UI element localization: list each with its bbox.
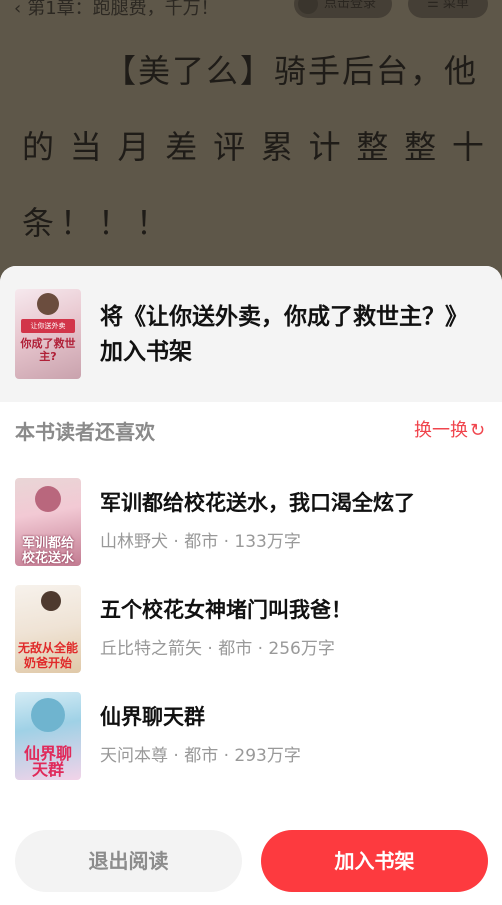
- menu-button[interactable]: ☰ 菜单: [408, 0, 488, 18]
- refresh-button[interactable]: 换一换 ↻: [414, 416, 485, 442]
- add-to-shelf-sheet: 让你送外卖 你成了救世主? 将《让你送外卖，你成了救世主？》加入书架 本书读者还…: [0, 266, 502, 905]
- book-cover: 仙界聊天群: [15, 692, 81, 780]
- sheet-header: 让你送外卖 你成了救世主? 将《让你送外卖，你成了救世主？》加入书架: [0, 266, 502, 402]
- cover-title: 无敌从全能奶爸开始: [17, 641, 78, 670]
- reader-char: 的: [22, 128, 55, 166]
- book-list-item[interactable]: 仙界聊天群 仙界聊天群 天问本尊 · 都市 · 293万字: [0, 692, 502, 782]
- current-book-cover: 让你送外卖 你成了救世主?: [15, 289, 81, 379]
- book-meta: 丘比特之箭矢 · 都市 · 256万字: [100, 639, 335, 659]
- reader-text-line: 条！！！: [22, 204, 175, 242]
- cover-title: 军训都给校花送水: [21, 536, 74, 566]
- section-title: 本书读者还喜欢: [15, 420, 155, 444]
- reader-char: 计: [308, 128, 341, 166]
- book-title: 仙界聊天群: [100, 705, 205, 729]
- book-meta: 山林野犬 · 都市 · 133万字: [100, 532, 301, 552]
- book-meta: 天问本尊 · 都市 · 293万字: [100, 746, 301, 766]
- add-to-shelf-button[interactable]: 加入书架: [261, 830, 488, 892]
- cover-figure: [37, 293, 59, 315]
- reader-char: 累: [260, 128, 293, 166]
- sheet-title: 将《让你送外卖，你成了救世主？》加入书架: [100, 304, 468, 365]
- cover-figure: [35, 486, 61, 512]
- reader-char: 十: [451, 128, 484, 166]
- book-title: 军训都给校花送水，我口渴全炫了: [100, 491, 415, 515]
- reader-char: 当: [69, 128, 102, 166]
- back-icon[interactable]: ‹: [14, 0, 21, 19]
- book-cover: 无敌从全能奶爸开始: [15, 585, 81, 673]
- reader-char: 整: [404, 128, 437, 166]
- cover-title: 仙界聊天群: [23, 744, 72, 779]
- chapter-title[interactable]: ‹ 第1章：跑腿费，千万！: [14, 0, 219, 20]
- reader-text-line: 【美了么】骑手后台，他: [104, 52, 479, 90]
- reader-topbar: ‹ 第1章：跑腿费，千万！ 点击登录 ☰ 菜单: [0, 0, 502, 22]
- reader-char: 月: [117, 128, 150, 166]
- refresh-icon: ↻: [470, 420, 486, 441]
- cover-figure: [41, 591, 61, 611]
- cover-tag: 让你送外卖: [21, 319, 75, 333]
- login-button[interactable]: 点击登录: [294, 0, 392, 18]
- reader-text-line: 的 当 月 差 评 累 计 整 整 十: [22, 122, 484, 168]
- book-cover: 军训都给校花送水: [15, 478, 81, 566]
- book-list-item[interactable]: 军训都给校花送水 军训都给校花送水，我口渴全炫了 山林野犬 · 都市 · 133…: [0, 478, 502, 568]
- reader-char: 差: [165, 128, 198, 166]
- book-list-item[interactable]: 无敌从全能奶爸开始 五个校花女神堵门叫我爸！ 丘比特之箭矢 · 都市 · 256…: [0, 585, 502, 675]
- chapter-title-text: 第1章：跑腿费，千万！: [27, 0, 219, 19]
- login-label: 点击登录: [324, 0, 377, 11]
- exit-reading-button[interactable]: 退出阅读: [15, 830, 242, 892]
- cover-title: 你成了救世主?: [20, 337, 76, 363]
- cover-figure: [31, 698, 65, 732]
- reader-char: 整: [356, 128, 389, 166]
- refresh-label: 换一换: [414, 420, 468, 441]
- reader-char: 评: [213, 128, 246, 166]
- avatar-icon: [298, 0, 318, 14]
- book-title: 五个校花女神堵门叫我爸！: [100, 598, 352, 622]
